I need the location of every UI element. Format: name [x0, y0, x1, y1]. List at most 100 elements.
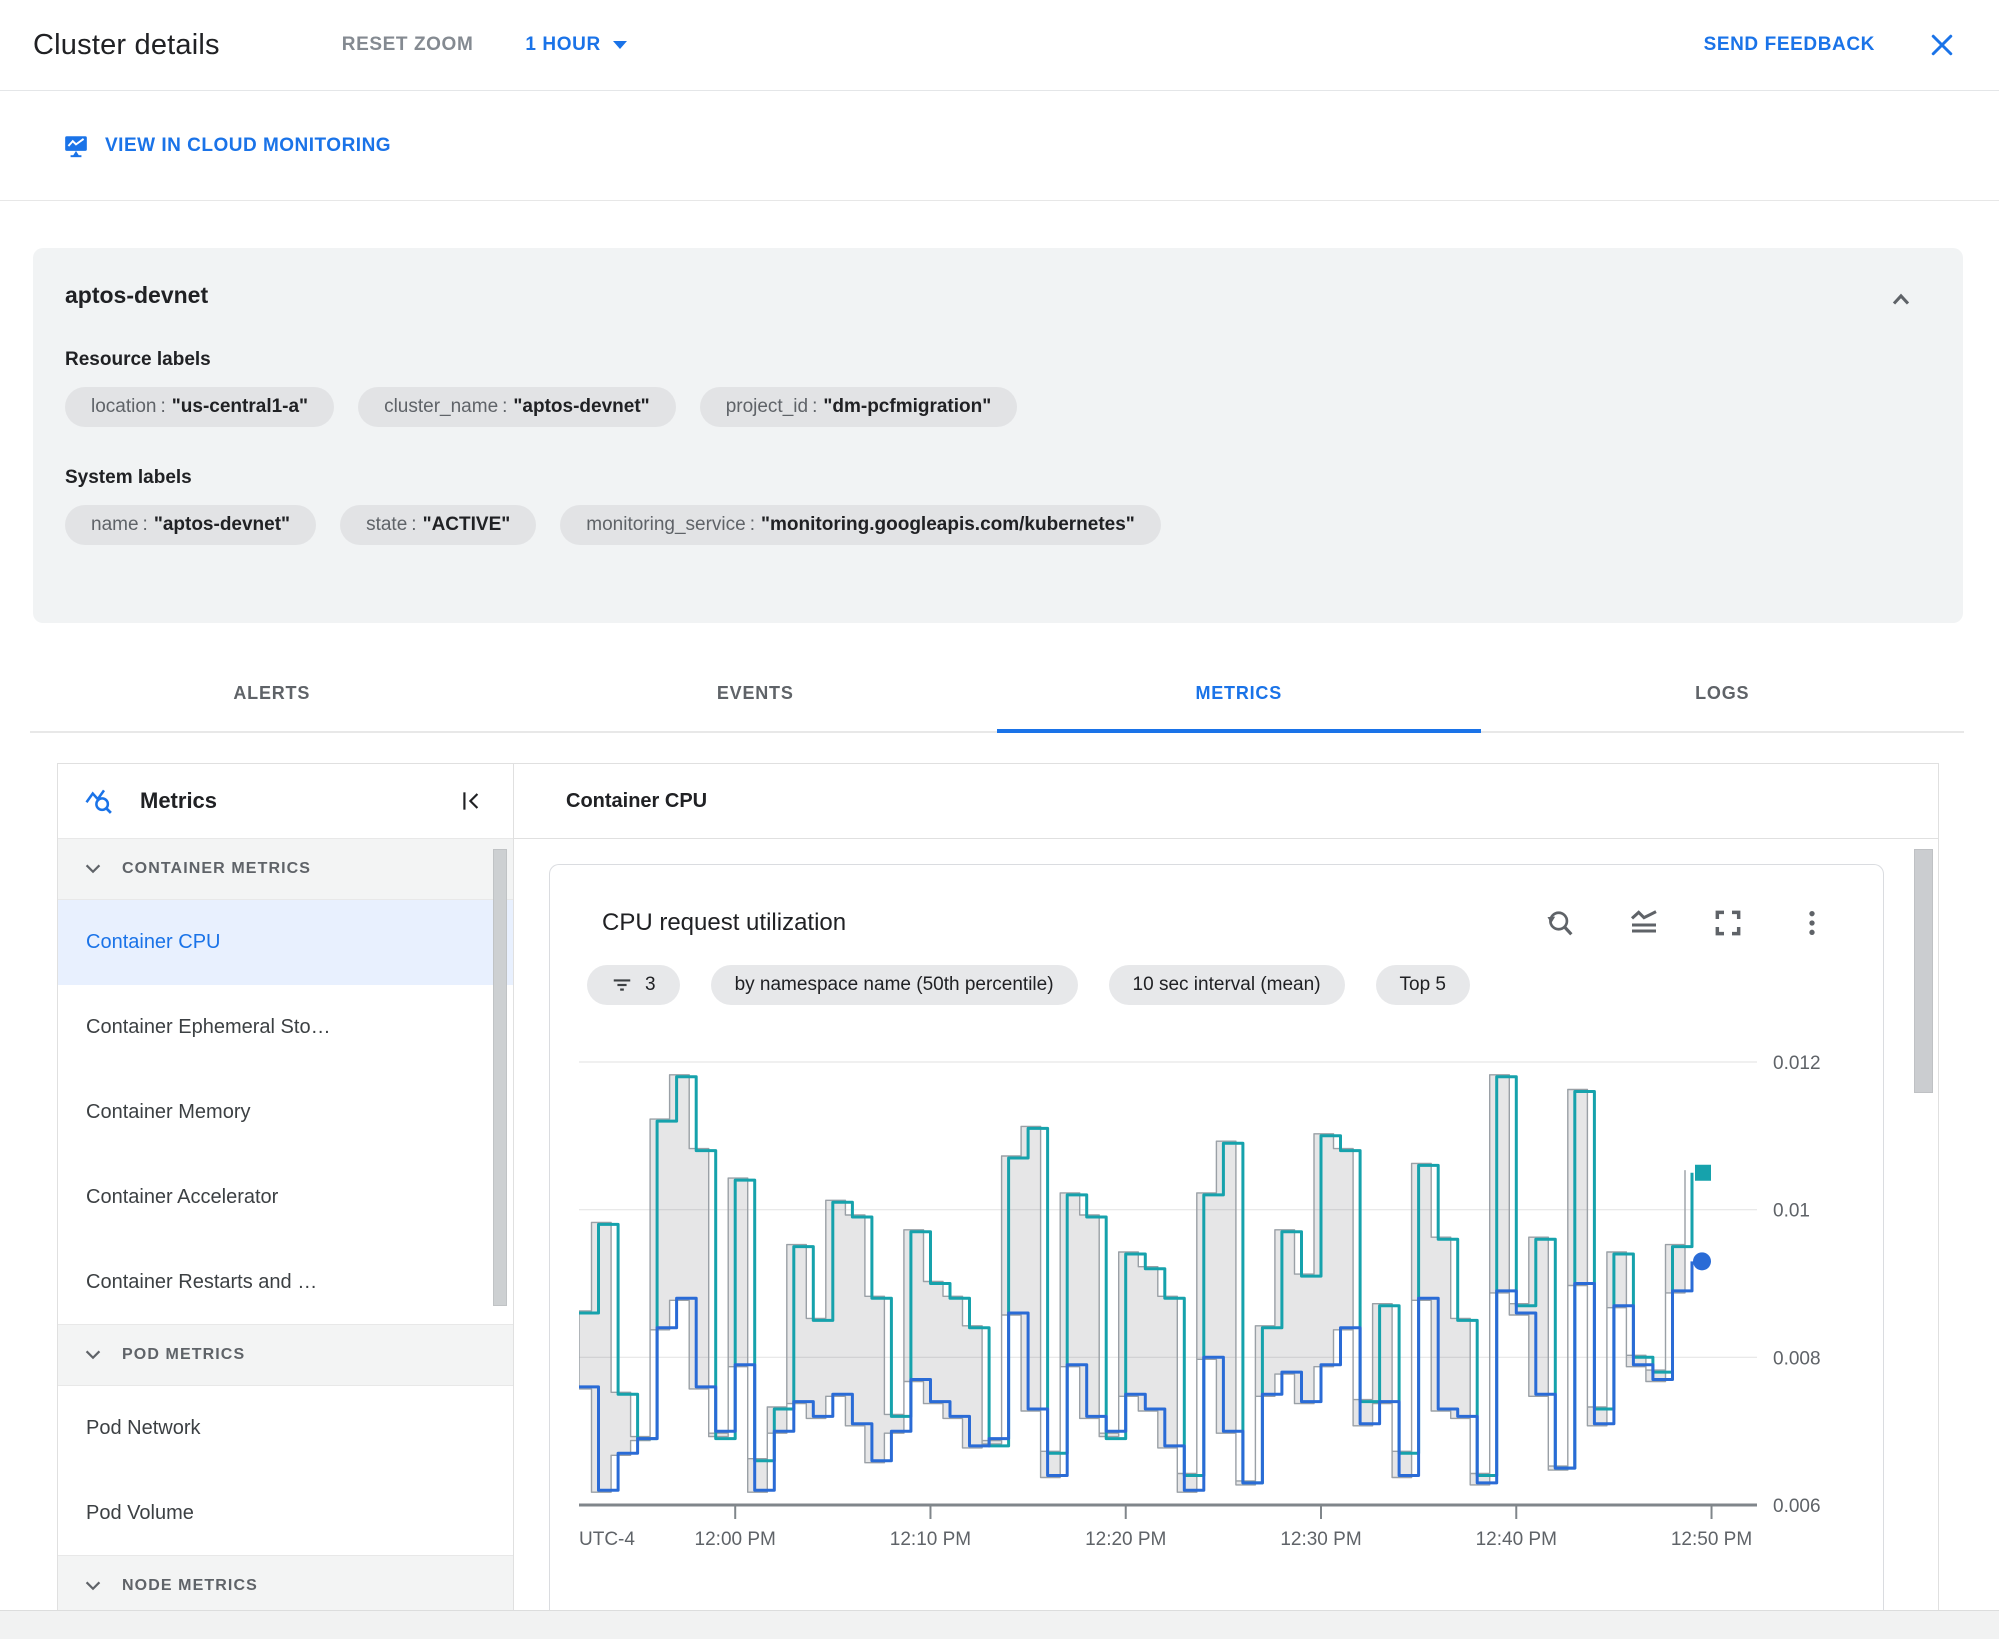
resource-labels-heading: Resource labels: [65, 349, 211, 370]
chart-title: CPU request utilization: [602, 909, 847, 936]
svg-text:12:10 PM: 12:10 PM: [890, 1529, 971, 1550]
chip-colon: :: [502, 396, 508, 417]
svg-text:UTC-4: UTC-4: [579, 1529, 635, 1550]
tab-logs[interactable]: LOGS: [1481, 655, 1965, 731]
chip-value: "aptos-devnet": [153, 514, 291, 535]
chip-key: monitoring_service: [586, 514, 746, 535]
sidebar-item-container-accelerator[interactable]: Container Accelerator: [58, 1155, 513, 1240]
chip-key: project_id: [725, 396, 809, 417]
main-scrollbar[interactable]: [1914, 849, 1933, 1093]
fullscreen-button[interactable]: [1712, 907, 1744, 939]
section-label: POD METRICS: [122, 1346, 246, 1363]
chevron-down-icon: [85, 1350, 101, 1360]
metrics-sidebar: Metrics CONTAINER METRICS Container CPU …: [58, 764, 514, 1628]
section-label: NODE METRICS: [122, 1577, 258, 1594]
close-button[interactable]: [1921, 29, 1963, 61]
chip-colon: :: [142, 514, 148, 535]
collapse-left-icon: [463, 792, 479, 810]
sidebar-item-container-restarts[interactable]: Container Restarts and …: [58, 1240, 513, 1325]
filter-count-chip[interactable]: 3: [587, 965, 680, 1005]
sidebar-title: Metrics: [140, 788, 218, 813]
filter-count: 3: [645, 974, 656, 995]
monitoring-chart-icon: [65, 136, 87, 158]
chip-colon: :: [749, 514, 756, 535]
metrics-explorer-icon: [85, 789, 112, 814]
page-bottom-strip: [0, 1610, 1999, 1639]
collapse-sidebar-button[interactable]: [457, 786, 487, 816]
section-label: CONTAINER METRICS: [122, 860, 312, 877]
label-chip: state: "ACTIVE": [340, 505, 537, 545]
sidebar-item-container-ephemeral-storage[interactable]: Container Ephemeral Sto…: [58, 985, 513, 1070]
tab-alerts[interactable]: ALERTS: [30, 655, 514, 731]
view-in-cloud-monitoring-link[interactable]: VIEW IN CLOUD MONITORING: [57, 132, 397, 160]
time-range-button[interactable]: 1 HOUR: [521, 28, 630, 62]
sidebar-item-pod-network[interactable]: Pod Network: [58, 1386, 513, 1471]
svg-text:12:00 PM: 12:00 PM: [695, 1529, 776, 1550]
tab-events[interactable]: EVENTS: [514, 655, 998, 731]
chip-colon: :: [812, 396, 818, 417]
filter-list-icon: [613, 979, 631, 991]
resource-labels-row: location: "us-central1-a" cluster_name: "a…: [65, 387, 1931, 427]
fullscreen-icon: [1715, 910, 1741, 936]
legend-toggle-icon: [1630, 910, 1657, 933]
collapse-panel-button[interactable]: [1883, 282, 1919, 321]
svg-text:0.006: 0.006: [1773, 1496, 1821, 1517]
label-chip: cluster_name: "aptos-devnet": [358, 387, 676, 427]
time-range-label: 1 HOUR: [525, 34, 601, 55]
sidebar-header: Metrics: [58, 764, 513, 839]
chart-toolbar: [1544, 907, 1828, 939]
group-by-chip[interactable]: by namespace name (50th percentile): [710, 965, 1078, 1005]
chip-key: name: [91, 514, 139, 535]
page-title: Cluster details: [33, 28, 220, 61]
send-feedback-button[interactable]: SEND FEEDBACK: [1700, 28, 1879, 62]
interval-chip[interactable]: 10 sec interval (mean): [1108, 965, 1345, 1005]
tab-metrics[interactable]: METRICS: [997, 655, 1481, 733]
sidebar-item-pod-volume[interactable]: Pod Volume: [58, 1471, 513, 1556]
top-n-chip[interactable]: Top 5: [1375, 965, 1470, 1005]
sidebar-scrollbar[interactable]: [493, 849, 507, 1306]
action-bar: VIEW IN CLOUD MONITORING: [0, 92, 1999, 201]
zoom-reset-button[interactable]: [1544, 907, 1576, 939]
section-container-metrics[interactable]: CONTAINER METRICS: [58, 838, 513, 900]
svg-text:0.008: 0.008: [1773, 1348, 1821, 1369]
chip-key: cluster_name: [384, 396, 499, 417]
section-node-metrics[interactable]: NODE METRICS: [58, 1555, 513, 1617]
cluster-info-card: aptos-devnet Resource labels location: "u…: [33, 248, 1963, 623]
svg-text:12:20 PM: 12:20 PM: [1085, 1529, 1166, 1550]
zoom-reset-icon: [1547, 911, 1573, 936]
app-bar: Cluster details RESET ZOOM 1 HOUR SEND F…: [0, 0, 1999, 91]
chart-card: CPU request utilization 3 by namespace n…: [549, 864, 1884, 1630]
svg-text:12:50 PM: 12:50 PM: [1671, 1529, 1752, 1550]
label-chip: name: "aptos-devnet": [65, 505, 317, 545]
sidebar-item-container-cpu[interactable]: Container CPU: [58, 900, 513, 985]
label-chip: monitoring_service: "monitoring.googleapi…: [560, 505, 1161, 545]
chip-value: "monitoring.googleapis.com/kubernetes": [761, 514, 1135, 535]
label-chip: project_id: "dm-pcfmigration": [699, 387, 1018, 427]
chevron-down-icon: [85, 1581, 101, 1591]
chevron-up-icon: [1892, 293, 1910, 305]
system-labels-row: name: "aptos-devnet" state: "ACTIVE" monit…: [65, 505, 1931, 545]
chart-filter-chips: 3 by namespace name (50th percentile) 10…: [587, 965, 1883, 1005]
section-pod-metrics[interactable]: POD METRICS: [58, 1324, 513, 1386]
close-icon: [1931, 34, 1953, 56]
sidebar-item-container-memory[interactable]: Container Memory: [58, 1070, 513, 1155]
chip-colon: :: [160, 396, 166, 417]
reset-zoom-button[interactable]: RESET ZOOM: [338, 28, 478, 62]
more-options-button[interactable]: [1796, 907, 1828, 939]
caret-down-icon: [612, 41, 627, 49]
svg-text:0.012: 0.012: [1773, 1053, 1821, 1074]
chip-value: "dm-pcfmigration": [823, 396, 992, 417]
chip-value: "ACTIVE": [422, 514, 511, 535]
chip-value: "aptos-devnet": [513, 396, 650, 417]
label-chip: location: "us-central1-a": [65, 387, 335, 427]
chip-key: location: [91, 396, 157, 417]
cpu-utilization-chart[interactable]: 0.012 0.01 0.008 0.006 12:00 PM 12:10 PM 12:20…: [579, 1049, 1885, 1559]
chevron-down-icon: [85, 864, 101, 874]
view-in-cloud-monitoring-label: VIEW IN CLOUD MONITORING: [105, 135, 392, 156]
toggle-legend-button[interactable]: [1628, 907, 1660, 939]
chip-key: state: [366, 514, 408, 535]
metrics-main-panel: Container CPU CPU request utilization 3 …: [514, 764, 1938, 1630]
system-labels-heading: System labels: [65, 467, 192, 488]
svg-text:0.01: 0.01: [1773, 1201, 1810, 1222]
kebab-menu-icon: [1809, 911, 1815, 935]
